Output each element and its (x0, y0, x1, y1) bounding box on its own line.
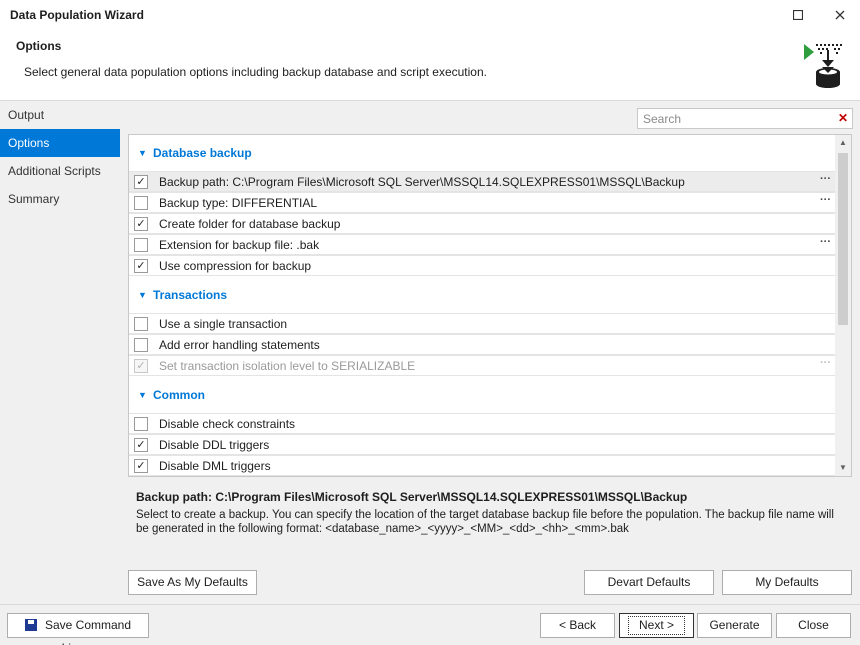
option-label: Backup type: DIFFERENTIAL (159, 196, 318, 210)
group-common[interactable]: ▼ Common (129, 377, 835, 413)
checkbox-compression[interactable]: ✓ (134, 259, 148, 273)
group-database-backup[interactable]: ▼ Database backup (129, 135, 835, 171)
checkbox-disable-dml-triggers[interactable]: ✓ (134, 459, 148, 473)
ellipsis-button: ··· (820, 357, 831, 369)
option-row-error-handling[interactable]: Add error handling statements (129, 334, 835, 355)
options-panel: Search ✕ ▼ Database backup ✓ Backup path… (120, 101, 860, 604)
close-window-button[interactable] (831, 6, 849, 24)
group-transactions[interactable]: ▼ Transactions (129, 277, 835, 313)
option-description-text: Select to create a backup. You can speci… (136, 509, 834, 535)
checkbox-disable-ddl-triggers[interactable]: ✓ (134, 438, 148, 452)
scrollbar-thumb[interactable] (838, 153, 848, 325)
save-command-line-button[interactable]: Save Command Line... (7, 613, 149, 645)
option-label: Backup path: C:\Program Files\Microsoft … (159, 175, 685, 189)
option-label: Disable DML triggers (159, 459, 271, 473)
chevron-down-icon[interactable]: ▼ (138, 148, 147, 158)
clear-search-icon[interactable]: ✕ (838, 111, 848, 125)
close-button[interactable]: Close (776, 613, 851, 638)
page-description: Select general data population options i… (24, 65, 487, 79)
generate-button[interactable]: Generate (697, 613, 772, 638)
title-bar: Data Population Wizard (0, 0, 860, 30)
search-placeholder: Search (643, 112, 682, 126)
option-row-isolation-level: ✓ Set transaction isolation level to SER… (129, 355, 835, 376)
option-row-compression[interactable]: ✓ Use compression for backup (129, 255, 835, 276)
save-command-line-label: Save Command Line... (44, 618, 132, 645)
window-title: Data Population Wizard (10, 8, 144, 22)
option-label: Add error handling statements (159, 338, 320, 352)
data-population-icon (804, 44, 842, 88)
close-icon (835, 10, 845, 20)
option-label: Use compression for backup (159, 259, 312, 273)
checkbox-error-handling[interactable] (134, 338, 148, 352)
save-as-my-defaults-button[interactable]: Save As My Defaults (128, 570, 257, 595)
chevron-down-icon[interactable]: ▼ (138, 290, 147, 300)
ellipsis-button[interactable]: ··· (820, 173, 831, 185)
option-label: Disable DDL triggers (159, 438, 270, 452)
options-grid: ▼ Database backup ✓ Backup path: C:\Prog… (128, 134, 852, 477)
checkbox-single-transaction[interactable] (134, 317, 148, 331)
group-title: Common (153, 388, 205, 402)
option-label: Use a single transaction (159, 317, 288, 331)
ellipsis-button[interactable]: ··· (820, 194, 831, 206)
maximize-icon (793, 10, 803, 20)
checkbox-backup-type[interactable] (134, 196, 148, 210)
my-defaults-button[interactable]: My Defaults (722, 570, 852, 595)
sidebar-item-summary[interactable]: Summary (0, 185, 120, 213)
option-row-extension[interactable]: Extension for backup file: .bak ··· (129, 234, 835, 255)
group-title: Database backup (153, 146, 252, 160)
checkbox-isolation-level: ✓ (134, 359, 148, 373)
sidebar-item-additional-scripts[interactable]: Additional Scripts (0, 157, 120, 185)
checkbox-disable-check-constraints[interactable] (134, 417, 148, 431)
next-label: Next > (627, 616, 685, 635)
sidebar-item-output[interactable]: Output (0, 101, 120, 129)
next-button[interactable]: Next > (619, 613, 694, 638)
wizard-footer: Save Command Line... < Back Next > Gener… (0, 604, 860, 645)
option-row-single-transaction[interactable]: Use a single transaction (129, 313, 835, 334)
group-title: Transactions (153, 288, 228, 302)
back-button[interactable]: < Back (540, 613, 615, 638)
page-title: Options (16, 39, 62, 53)
option-row-create-folder[interactable]: ✓ Create folder for database backup (129, 213, 835, 234)
sidebar-item-options[interactable]: Options (0, 129, 120, 157)
option-label: Create folder for database backup (159, 217, 341, 231)
save-icon (24, 619, 37, 631)
checkbox-extension[interactable] (134, 238, 148, 252)
option-label: Extension for backup file: .bak (159, 238, 320, 252)
chevron-down-icon[interactable]: ▼ (138, 390, 147, 400)
option-label: Set transaction isolation level to SERIA… (159, 359, 416, 373)
wizard-sidebar: Output Options Additional Scripts Summar… (0, 101, 120, 604)
checkbox-backup-path[interactable]: ✓ (134, 175, 148, 189)
wizard-header: Options Select general data population o… (0, 30, 860, 101)
devart-defaults-button[interactable]: Devart Defaults (584, 570, 714, 595)
option-row-disable-ddl-triggers[interactable]: ✓ Disable DDL triggers (129, 434, 835, 455)
scroll-down-icon[interactable]: ▼ (835, 460, 851, 476)
scroll-up-icon[interactable]: ▲ (835, 135, 851, 151)
option-row-disable-dml-triggers[interactable]: ✓ Disable DML triggers (129, 455, 835, 476)
option-row-disable-check-constraints[interactable]: Disable check constraints (129, 413, 835, 434)
ellipsis-button[interactable]: ··· (820, 236, 831, 248)
option-description-title: Backup path: C:\Program Files\Microsoft … (136, 490, 688, 504)
option-label: Disable check constraints (159, 417, 296, 431)
option-row-backup-path[interactable]: ✓ Backup path: C:\Program Files\Microsof… (129, 171, 835, 192)
options-scrollbar[interactable]: ▲ ▼ (835, 135, 851, 476)
search-input[interactable]: Search ✕ (637, 108, 853, 129)
maximize-button[interactable] (789, 6, 807, 24)
checkbox-create-folder[interactable]: ✓ (134, 217, 148, 231)
option-row-backup-type[interactable]: Backup type: DIFFERENTIAL ··· (129, 192, 835, 213)
